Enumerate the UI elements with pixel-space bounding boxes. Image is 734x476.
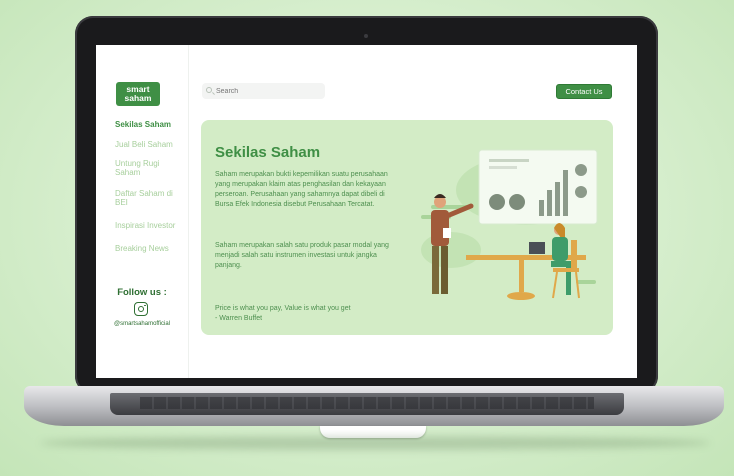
quote-text: Price is what you pay, Value is what you… <box>215 305 351 312</box>
logo-line-2: saham <box>124 93 152 103</box>
table-leg <box>519 260 524 292</box>
sidebar-item-daftar-saham[interactable]: Daftar Saham di BEI <box>115 189 173 207</box>
woman-shirt <box>552 237 568 261</box>
board-line <box>489 159 529 162</box>
chair-seat <box>553 268 579 272</box>
mini-laptop <box>529 242 545 254</box>
webcam <box>364 34 368 38</box>
page-title: Sekilas Saham <box>215 144 321 161</box>
board-pie <box>489 194 505 210</box>
presenter-leg <box>441 246 448 294</box>
contact-us-button[interactable]: Contact Us <box>556 84 612 99</box>
instagram-handle[interactable]: @smartsahamofficial <box>100 321 184 327</box>
sidebar-item-inspirasi-investor[interactable]: Inspirasi Investor <box>115 221 185 230</box>
search-icon <box>206 87 212 93</box>
instagram-icon[interactable] <box>134 302 148 316</box>
sidebar-item-breaking-news[interactable]: Breaking News <box>115 244 185 253</box>
table-base <box>507 292 535 300</box>
board-pie <box>509 194 525 210</box>
hero-paragraph-1: Saham merupakan bukti kepemilikan suatu … <box>215 171 388 208</box>
sidebar-item-untung-rugi-saham[interactable]: Untung Rugi Saham <box>115 159 171 177</box>
quote-author: - Warren Buffet <box>215 315 263 322</box>
laptop-lid: smart saham Sekilas Saham Jual Beli Saha… <box>75 16 658 394</box>
board-line <box>489 166 517 169</box>
sidebar: smart saham Sekilas Saham Jual Beli Saha… <box>96 45 189 378</box>
keyboard <box>140 397 594 409</box>
hero-card: Sekilas Saham Saham merupakan bukti kepe… <box>201 120 613 335</box>
smart-saham-logo[interactable]: smart saham <box>116 82 160 106</box>
presenter-leg <box>432 246 439 294</box>
presenter-paper <box>443 228 451 238</box>
woman-legs <box>551 261 573 267</box>
hero-paragraph-2: Saham merupakan salah satu produk pasar … <box>215 242 389 269</box>
sidebar-item-jual-beli-saham[interactable]: Jual Beli Saham <box>115 140 185 149</box>
sidebar-item-sekilas-saham[interactable]: Sekilas Saham <box>115 120 185 129</box>
chair-leg <box>552 271 558 299</box>
chair-back <box>571 240 577 270</box>
quote: Price is what you pay, Value is what you… <box>215 304 405 324</box>
presenter-hair <box>434 194 446 198</box>
laptop-shadow <box>40 436 710 450</box>
board-pie <box>575 186 587 198</box>
presentation-illustration <box>421 149 598 300</box>
board-pie <box>575 164 587 176</box>
follow-us-label: Follow us : <box>117 287 167 298</box>
search-input[interactable] <box>202 83 325 99</box>
laptop-screen: smart saham Sekilas Saham Jual Beli Saha… <box>96 45 637 378</box>
chair-leg <box>575 271 580 299</box>
